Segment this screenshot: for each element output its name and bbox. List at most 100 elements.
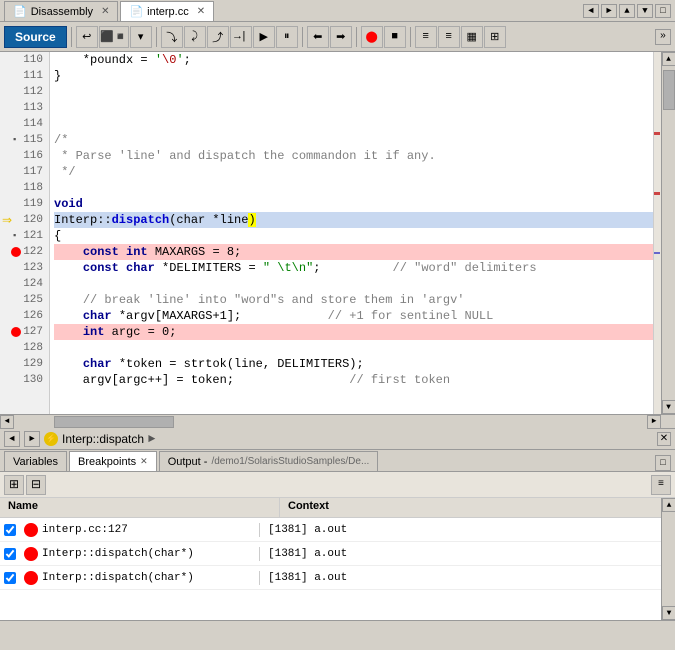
toolbar-btn-3[interactable]: ▾ — [130, 26, 152, 48]
breadcrumb-back-btn[interactable]: ◄ — [4, 431, 20, 447]
step-into-btn[interactable]: ⤵ — [161, 26, 183, 48]
step-out-btn[interactable]: ⤴ — [207, 26, 229, 48]
horizontal-scrollbar[interactable]: ◄ ► — [0, 414, 675, 428]
tab-variables[interactable]: Variables — [4, 451, 67, 471]
breadcrumb-text: Interp::dispatch — [62, 432, 144, 446]
code-line-127: int argc = 0; — [54, 324, 653, 340]
right-mark-gutter — [653, 52, 661, 414]
row-checkbox-2[interactable] — [0, 548, 20, 560]
panel-tb-btn-2[interactable]: ⊟ — [26, 475, 46, 495]
table-row[interactable]: interp.cc:127 [1381] a.out — [0, 518, 661, 542]
nav-left-btn[interactable]: ◄ — [583, 4, 599, 18]
breadcrumb-bar: ◄ ► ⚡ Interp::dispatch ► ✕ — [0, 428, 675, 450]
tab-output[interactable]: Output - /demo1/SolarisStudioSamples/De.… — [159, 451, 379, 471]
expand-icon-121[interactable]: ▪ — [12, 231, 17, 241]
scroll-thumb[interactable] — [663, 70, 675, 110]
separator-3 — [302, 27, 303, 47]
hscroll-thumb[interactable] — [54, 416, 174, 428]
gutter-129: 129 — [0, 356, 49, 372]
source-button[interactable]: Source — [4, 26, 67, 48]
hscroll-right-btn[interactable]: ► — [647, 415, 661, 429]
title-controls: ◄ ► ▲ ▼ □ — [583, 4, 671, 18]
hscroll-left-btn[interactable]: ◄ — [0, 415, 14, 429]
tab-icon: 📄 — [13, 5, 27, 18]
scroll-track[interactable] — [662, 66, 675, 400]
row-checkbox-3[interactable] — [0, 572, 20, 584]
row-name-text-2: Interp::dispatch(char*) — [42, 548, 194, 560]
back-btn[interactable]: ↩ — [76, 26, 98, 48]
gutter-120: ⇒ 120 — [0, 212, 49, 228]
panel-tb-filter-btn[interactable]: ≡ — [651, 475, 671, 495]
code-line-124 — [54, 276, 653, 292]
code-line-118 — [54, 180, 653, 196]
code-line-120: Interp::dispatch(char *line) — [54, 212, 653, 228]
gutter-118: 118 — [0, 180, 49, 196]
separator-4 — [356, 27, 357, 47]
toolbar-btn-2[interactable]: ⬛◾ — [99, 26, 129, 48]
breadcrumb-forward-btn[interactable]: ► — [24, 431, 40, 447]
window-restore-btn[interactable]: □ — [655, 4, 671, 18]
table-row[interactable]: Interp::dispatch(char*) [1381] a.out — [0, 566, 661, 590]
col-header-context: Context — [280, 498, 661, 517]
step-over-btn[interactable]: ⤸ — [184, 26, 206, 48]
panel-scroll-up-btn[interactable]: ▲ — [662, 498, 675, 512]
gutter-126: 126 — [0, 308, 49, 324]
expand-icon-115[interactable]: ▪ — [12, 135, 17, 145]
panel-tb-btn-1[interactable]: ⊞ — [4, 475, 24, 495]
toolbar-expand-btn[interactable]: » — [655, 29, 671, 45]
pause-btn[interactable]: ⏸ — [276, 26, 298, 48]
bp-dot-2 — [24, 547, 38, 561]
toolbar-group-2: ⤵ ⤸ ⤴ →| ▶ ⏸ — [161, 26, 298, 48]
col-header-name: Name — [0, 498, 280, 517]
code-line-129: char *token = strtok(line, DELIMITERS); — [54, 356, 653, 372]
toolbar-group-4: ⬤ ■ — [361, 26, 406, 48]
row-name-3: Interp::dispatch(char*) — [20, 571, 260, 585]
vertical-scrollbar[interactable]: ▲ ▼ — [661, 52, 675, 414]
bp-dot-1 — [24, 523, 38, 537]
panel-vscroll[interactable]: ▲ ▼ — [661, 498, 675, 620]
right-mark-3 — [654, 252, 660, 254]
nav-right-btn[interactable]: ► — [601, 4, 617, 18]
continue-btn[interactable]: ▶ — [253, 26, 275, 48]
back-nav-btn[interactable]: ⬅ — [307, 26, 329, 48]
tab-breakpoints[interactable]: Breakpoints ✕ — [69, 451, 157, 471]
tab-close-icon-active[interactable]: ✕ — [197, 6, 205, 17]
panel-expand-btn[interactable]: □ — [655, 455, 671, 471]
code-line-112 — [54, 84, 653, 100]
view-btn-3[interactable]: ▦ — [461, 26, 483, 48]
nav-down-btn[interactable]: ▼ — [637, 4, 653, 18]
toolbar: Source ↩ ⬛◾ ▾ ⤵ ⤸ ⤴ →| ▶ ⏸ ⬅ ➡ ⬤ ■ ≡ ≡ ▦… — [0, 22, 675, 52]
gutter-115: ▪ 115 — [0, 132, 49, 148]
separator-1 — [71, 27, 72, 47]
tab-close-icon[interactable]: ✕ — [101, 6, 109, 17]
view-btn-1[interactable]: ≡ — [415, 26, 437, 48]
nav-up-btn[interactable]: ▲ — [619, 4, 635, 18]
bottom-panel: Variables Breakpoints ✕ Output - /demo1/… — [0, 450, 675, 650]
panel-scroll-track[interactable] — [662, 512, 675, 606]
panel-bottom-bar — [0, 620, 675, 650]
tab-disassembly[interactable]: 📄 Disassembly ✕ — [4, 1, 118, 21]
code-line-130: argv[argc++] = token; // first token — [54, 372, 653, 388]
fwd-nav-btn[interactable]: ➡ — [330, 26, 352, 48]
row-name-2: Interp::dispatch(char*) — [20, 547, 260, 561]
breadcrumb-close-btn[interactable]: ✕ — [657, 432, 671, 446]
stop-btn[interactable]: ■ — [384, 26, 406, 48]
breakpoint-btn[interactable]: ⬤ — [361, 26, 383, 48]
view-btn-2[interactable]: ≡ — [438, 26, 460, 48]
panel-scroll-down-btn[interactable]: ▼ — [662, 606, 675, 620]
hscroll-track[interactable] — [14, 415, 647, 429]
run-to-btn[interactable]: →| — [230, 26, 252, 48]
tab-breakpoints-close[interactable]: ✕ — [140, 456, 148, 467]
row-context-1: [1381] a.out — [260, 524, 661, 536]
row-name-1: interp.cc:127 — [20, 523, 260, 537]
tab-variables-label: Variables — [13, 456, 58, 468]
gutter-111: 111 — [0, 68, 49, 84]
row-checkbox-1[interactable] — [0, 524, 20, 536]
view-btn-4[interactable]: ⊞ — [484, 26, 506, 48]
scroll-up-btn[interactable]: ▲ — [662, 52, 675, 66]
code-content[interactable]: *poundx = '\0'; } /* * Parse 'line' and … — [50, 52, 653, 414]
table-row[interactable]: Interp::dispatch(char*) [1381] a.out — [0, 542, 661, 566]
gutter-121: ▪ 121 — [0, 228, 49, 244]
scroll-down-btn[interactable]: ▼ — [662, 400, 675, 414]
tab-interp-cc[interactable]: 📄 interp.cc ✕ — [120, 1, 214, 21]
